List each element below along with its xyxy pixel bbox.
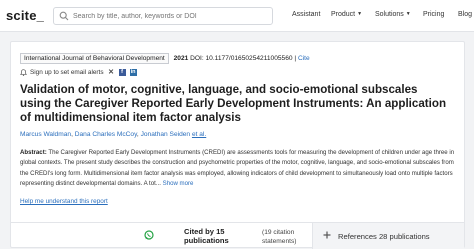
nav-blog[interactable]: Blog [458, 11, 472, 18]
nav-product[interactable]: Product ▼ [331, 11, 362, 18]
author-link[interactable]: Marcus Waldman [20, 131, 71, 138]
plus-icon [323, 231, 331, 239]
scite-logo[interactable]: scite_ [6, 8, 44, 23]
alerts-row: Sign up to set email alerts ✕ f in [20, 69, 137, 76]
references-stat[interactable]: References 28 publications [312, 223, 464, 249]
stats-bar: Cited by 15 publications (19 citation st… [11, 222, 464, 249]
publication-year: 2021 [173, 55, 189, 62]
abstract: Abstract: The Caregiver Reported Early D… [20, 148, 458, 189]
journal-badge[interactable]: International Journal of Behavioral Deve… [20, 53, 169, 64]
search-box[interactable] [53, 7, 273, 25]
chevron-down-icon: ▼ [357, 11, 363, 17]
bell-icon[interactable] [20, 69, 27, 76]
twitter-icon[interactable]: ✕ [107, 69, 115, 76]
search-icon [59, 11, 69, 21]
help-me-understand-link[interactable]: Help me understand this report [20, 198, 108, 205]
facebook-icon[interactable]: f [118, 69, 126, 76]
abstract-label: Abstract: [20, 149, 47, 156]
paper-meta: International Journal of Behavioral Deve… [20, 53, 310, 64]
doi[interactable]: DOI: 10.1177/01650254211005560 [190, 55, 292, 62]
nav-pricing[interactable]: Pricing [423, 11, 444, 18]
chevron-down-icon: ▼ [405, 11, 411, 17]
cited-by-count[interactable]: Cited by 15 publications [184, 227, 254, 245]
paper-card: International Journal of Behavioral Deve… [10, 41, 465, 249]
linkedin-icon[interactable]: in [129, 69, 137, 76]
show-more-link[interactable]: Show more [163, 180, 194, 187]
author-link[interactable]: Dana Charles McCoy [75, 131, 137, 138]
citations-stat[interactable]: Cited by 15 publications (19 citation st… [142, 223, 312, 249]
cite-link[interactable]: Cite [298, 55, 310, 62]
et-al-link[interactable]: et al. [192, 131, 206, 138]
paper-title: Validation of motor, cognitive, language… [20, 83, 447, 124]
whatsapp-icon[interactable] [144, 230, 154, 240]
citation-statements: (19 citation statements) [262, 229, 297, 245]
author-list: Marcus Waldman, Dana Charles McCoy, Jona… [20, 131, 206, 138]
abstract-text: The Caregiver Reported Early Development… [20, 149, 455, 187]
references-count[interactable]: References 28 publications [338, 232, 430, 241]
author-link[interactable]: Jonathan Seiden [141, 131, 191, 138]
nav-assistant[interactable]: Assistant [292, 11, 320, 18]
search-input[interactable] [73, 9, 269, 23]
email-alerts-link[interactable]: Sign up to set email alerts [30, 69, 104, 76]
nav-solutions[interactable]: Solutions ▼ [375, 11, 411, 18]
top-bar: scite_ Assistant Product▼ Solutions▼ Pri… [0, 0, 474, 32]
